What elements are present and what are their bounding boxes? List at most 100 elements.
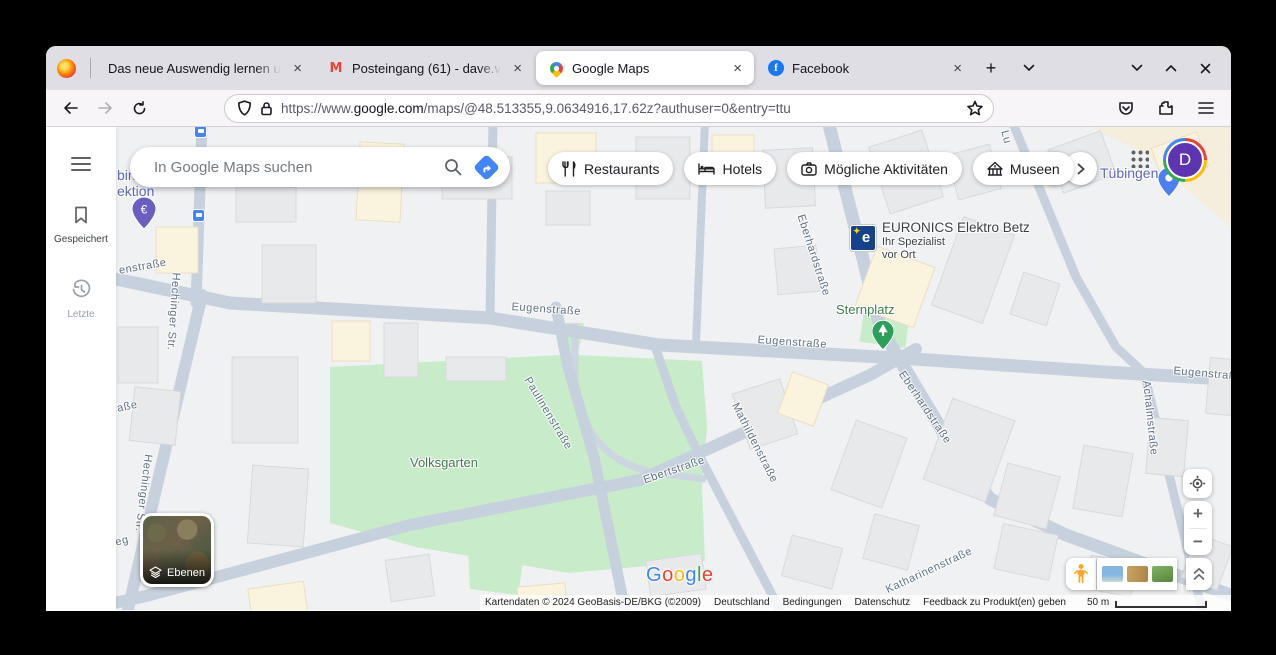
tab-posteingang[interactable]: M Posteingang (61) - dave.va × bbox=[316, 51, 534, 85]
desktop-background: Das neue Auswendig lernen u × M Posteing… bbox=[0, 0, 1276, 655]
maps-sidebar: Gespeichert Letzte bbox=[46, 127, 116, 610]
tab-separator bbox=[90, 58, 91, 78]
my-location-button[interactable] bbox=[1183, 469, 1212, 498]
sidebar-item-recent[interactable]: Letzte bbox=[46, 279, 116, 320]
new-tab-button[interactable]: + bbox=[975, 52, 1007, 84]
zoom-control: + − bbox=[1184, 501, 1212, 555]
maximize-button[interactable] bbox=[1159, 56, 1183, 80]
poi-sublabel: vor Ort bbox=[882, 249, 916, 261]
poi-label-euronics[interactable]: EURONICS Elektro Betz bbox=[882, 220, 1030, 235]
toolbar-right-icons bbox=[1111, 94, 1221, 122]
url-text[interactable]: https://www.google.com/maps/@48.513355,9… bbox=[281, 101, 959, 116]
imagery-previews[interactable] bbox=[1097, 558, 1177, 590]
link-datenschutz[interactable]: Datenschutz bbox=[855, 597, 911, 608]
attribution-bar: Kartendaten © 2024 GeoBasis-DE/BKG (©200… bbox=[480, 595, 1231, 610]
bookmark-icon bbox=[71, 205, 91, 225]
directions-arrow-icon bbox=[481, 161, 493, 173]
chip-hotels[interactable]: Hotels bbox=[684, 152, 776, 185]
layers-label: Ebenen bbox=[167, 567, 205, 579]
map-copyright: Kartendaten © 2024 GeoBasis-DE/BKG (©200… bbox=[485, 597, 701, 608]
google-maps-app: enstraße Hechinger Str. Eugenstraße Euge… bbox=[46, 127, 1231, 610]
imagery-thumbnail[interactable] bbox=[1102, 566, 1123, 582]
category-chips: Restaurants Hotels Mögliche Aktivitäten … bbox=[548, 152, 1074, 185]
zoom-out-button[interactable]: − bbox=[1184, 529, 1212, 556]
forward-button[interactable] bbox=[90, 94, 120, 122]
link-deutschland[interactable]: Deutschland bbox=[714, 597, 770, 608]
chevron-right-icon bbox=[1077, 163, 1085, 175]
reload-button[interactable] bbox=[124, 94, 154, 122]
chip-restaurants[interactable]: Restaurants bbox=[548, 152, 673, 185]
gmail-icon: M bbox=[328, 60, 344, 76]
search-input[interactable] bbox=[154, 159, 433, 176]
scale-label: 50 m bbox=[1087, 597, 1109, 608]
tab-google-maps[interactable]: Google Maps × bbox=[536, 51, 754, 85]
map-canvas[interactable]: enstraße Hechinger Str. Eugenstraße Euge… bbox=[116, 127, 1231, 610]
pegman-button[interactable] bbox=[1066, 558, 1096, 590]
close-icon[interactable]: × bbox=[729, 59, 746, 78]
tab-title: Facebook bbox=[792, 61, 941, 76]
restaurant-icon bbox=[562, 161, 577, 177]
google-maps-pin-icon bbox=[548, 60, 564, 76]
firefox-logo-icon bbox=[57, 59, 76, 78]
double-chevron-up-icon bbox=[1193, 567, 1205, 581]
close-icon[interactable]: × bbox=[289, 59, 306, 78]
park-tree-pin[interactable] bbox=[872, 320, 894, 350]
directions-button[interactable] bbox=[473, 154, 500, 181]
map-base-layer bbox=[116, 127, 1231, 610]
url-bar[interactable]: https://www.google.com/maps/@48.513355,9… bbox=[224, 94, 994, 123]
euronics-logo-icon[interactable]: ✦e bbox=[850, 225, 876, 251]
layers-icon bbox=[149, 566, 162, 579]
museum-icon bbox=[987, 161, 1003, 176]
list-all-tabs-button[interactable] bbox=[1013, 52, 1045, 84]
maps-menu-button[interactable] bbox=[71, 157, 91, 171]
close-icon[interactable]: × bbox=[949, 59, 966, 78]
history-clock-icon bbox=[71, 279, 92, 300]
pegman-icon bbox=[1074, 563, 1088, 585]
navigation-toolbar: https://www.google.com/maps/@48.513355,9… bbox=[46, 90, 1231, 127]
chip-aktivitaeten[interactable]: Mögliche Aktivitäten bbox=[787, 152, 962, 185]
tab-title: Das neue Auswendig lernen u bbox=[108, 61, 281, 76]
collapse-controls-button[interactable] bbox=[1186, 558, 1212, 590]
account-avatar[interactable]: D bbox=[1163, 138, 1207, 182]
sidebar-item-saved[interactable]: Gespeichert bbox=[46, 205, 116, 245]
bus-stop-icon[interactable] bbox=[194, 127, 207, 138]
poi-label-volksgarten[interactable]: Volksgarten bbox=[410, 455, 478, 470]
svg-text:€: € bbox=[141, 203, 148, 217]
browser-window: Das neue Auswendig lernen u × M Posteing… bbox=[46, 46, 1231, 611]
firefox-view-button[interactable] bbox=[46, 50, 86, 86]
tab-das-neue-auswendig[interactable]: Das neue Auswendig lernen u × bbox=[96, 51, 314, 85]
minimize-button[interactable] bbox=[1125, 56, 1149, 80]
link-bedingungen[interactable]: Bedingungen bbox=[783, 597, 842, 608]
close-icon[interactable]: × bbox=[509, 59, 526, 78]
pocket-icon[interactable] bbox=[1111, 94, 1141, 122]
scale-bar bbox=[1115, 601, 1207, 608]
facebook-icon: f bbox=[768, 60, 784, 76]
hotel-bed-icon bbox=[698, 162, 715, 176]
layers-button[interactable]: Ebenen bbox=[140, 513, 214, 587]
back-button[interactable] bbox=[56, 94, 86, 122]
tab-facebook[interactable]: f Facebook × bbox=[756, 51, 974, 85]
maps-search-box bbox=[130, 147, 510, 187]
extensions-puzzle-icon[interactable] bbox=[1151, 94, 1181, 122]
lock-icon[interactable] bbox=[260, 101, 273, 116]
imagery-thumbnail[interactable] bbox=[1152, 566, 1173, 582]
search-icon[interactable] bbox=[443, 157, 463, 177]
imagery-thumbnail[interactable] bbox=[1127, 566, 1148, 582]
menu-hamburger-icon[interactable] bbox=[1191, 94, 1221, 122]
zoom-in-button[interactable]: + bbox=[1184, 501, 1212, 528]
poi-label-sternplatz[interactable]: Sternplatz bbox=[836, 302, 895, 317]
crosshair-icon bbox=[1189, 475, 1206, 492]
bookmark-star-icon[interactable] bbox=[967, 100, 983, 116]
window-controls bbox=[1125, 56, 1223, 80]
bus-stop-icon[interactable] bbox=[192, 209, 205, 222]
atm-euro-pin[interactable]: € bbox=[132, 197, 156, 229]
close-window-button[interactable] bbox=[1193, 56, 1217, 80]
tab-bar: Das neue Auswendig lernen u × M Posteing… bbox=[46, 46, 1231, 90]
link-feedback[interactable]: Feedback zu Produkt(en) geben bbox=[923, 597, 1066, 608]
tracking-protection-shield-icon[interactable] bbox=[237, 100, 252, 116]
city-label-tuebingen[interactable]: Tübingen bbox=[1100, 165, 1158, 181]
google-apps-grid-icon[interactable] bbox=[1131, 150, 1149, 168]
chip-museen[interactable]: Museen bbox=[973, 152, 1074, 185]
poi-sublabel: Ihr Spezialist bbox=[882, 236, 945, 248]
camera-icon bbox=[801, 162, 817, 176]
